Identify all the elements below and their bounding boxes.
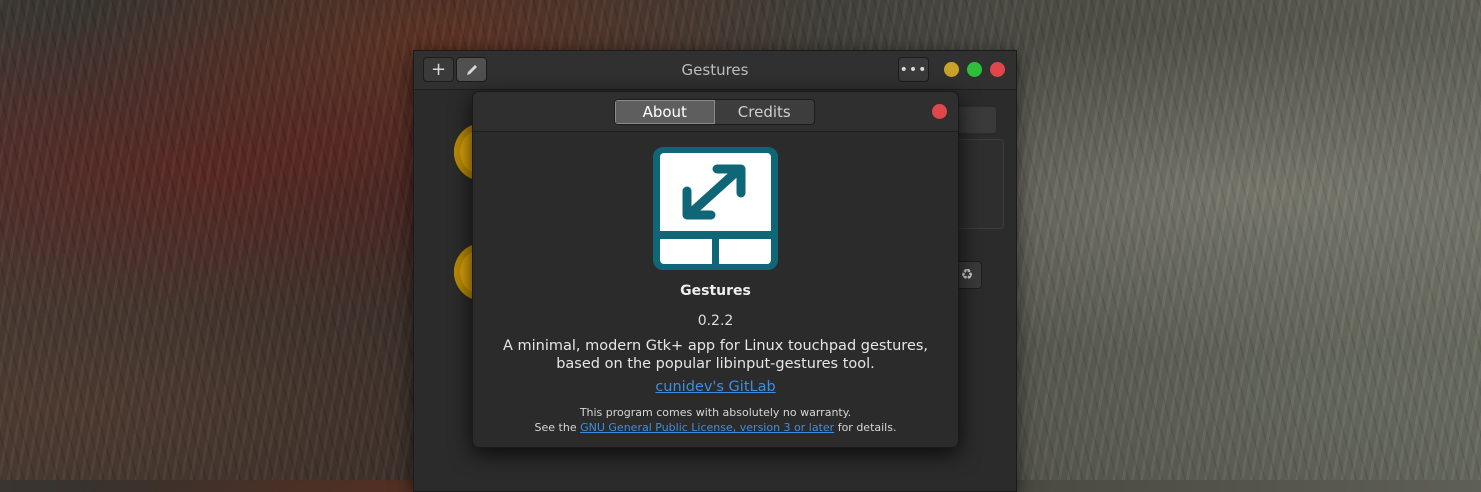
recycle-icon: ♻ — [960, 267, 974, 283]
touchpad-resize-icon — [653, 147, 778, 270]
legal-text: This program comes with absolutely no wa… — [473, 405, 958, 435]
close-window-button[interactable] — [990, 62, 1005, 77]
app-description: A minimal, modern Gtk+ app for Linux tou… — [502, 338, 929, 372]
background-entry — [954, 107, 996, 133]
dialog-tabs: About Credits — [614, 99, 815, 125]
license-suffix: for details. — [837, 421, 897, 434]
app-name: Gestures — [680, 283, 751, 299]
website-link[interactable]: cunidev's GitLab — [473, 379, 958, 395]
license-prefix: See the — [534, 421, 577, 434]
minimize-button[interactable] — [944, 62, 959, 77]
close-dialog-button[interactable] — [932, 104, 947, 119]
dialog-header: About Credits — [473, 92, 958, 132]
maximize-button[interactable] — [967, 62, 982, 77]
tab-credits[interactable]: Credits — [714, 100, 814, 124]
about-dialog: About Credits Gestures 0.2.2 A minimal, … — [472, 91, 959, 448]
menu-button[interactable]: ••• — [898, 57, 929, 82]
background-panel — [954, 139, 1004, 229]
tab-about[interactable]: About — [615, 100, 715, 124]
header-bar: + Gestures ••• — [414, 51, 1016, 90]
app-version: 0.2.2 — [697, 313, 734, 329]
license-line: See the GNU General Public License, vers… — [473, 420, 958, 435]
license-link[interactable]: GNU General Public License, version 3 or… — [580, 421, 834, 434]
warranty-text: This program comes with absolutely no wa… — [579, 406, 852, 419]
